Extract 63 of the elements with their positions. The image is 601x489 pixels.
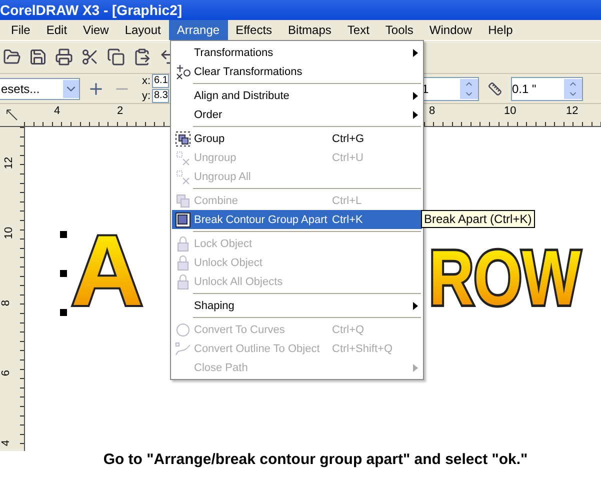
spinner-arrows-icon[interactable]: [564, 78, 582, 98]
lock-icon: [175, 254, 191, 270]
curves-icon: [175, 322, 191, 338]
artistic-text: ROW: [429, 234, 580, 317]
menu-title[interactable]: Text: [339, 20, 378, 40]
menu-title[interactable]: Edit: [38, 20, 76, 40]
ruler-number: 4: [0, 440, 12, 446]
ruler-number: 8: [0, 300, 12, 306]
menu-title[interactable]: Help: [480, 20, 521, 40]
submenu-arrow-icon: [412, 302, 418, 310]
menu-item[interactable]: Group Ctrl+G: [172, 129, 422, 148]
menu-item[interactable]: Align and Distribute: [172, 86, 422, 105]
menu-title[interactable]: Bitmaps: [280, 20, 340, 40]
menu-title[interactable]: View: [75, 20, 117, 40]
menu-title[interactable]: File: [3, 20, 38, 40]
menu-title[interactable]: Tools: [377, 20, 422, 40]
menu-title[interactable]: Window: [421, 20, 480, 40]
submenu-arrow-icon: [412, 110, 418, 118]
caption: Go to "Arrange/break contour group apart" and select "ok.": [103, 451, 528, 468]
nudge-field[interactable]: 0.1 ": [511, 76, 583, 100]
ruler-number: 12: [3, 156, 16, 170]
submenu-arrow-icon: [412, 48, 418, 56]
ruler-number: 8: [429, 105, 436, 117]
artistic-text: A: [71, 227, 144, 317]
menu-title[interactable]: Layout: [116, 20, 169, 40]
y-label: y:: [142, 90, 151, 102]
menu-item[interactable]: Clear Transformations: [172, 62, 422, 81]
save-icon[interactable]: [28, 47, 48, 67]
tooltip: Break Apart (Ctrl+K): [421, 210, 535, 228]
ruler-number: 4: [54, 105, 60, 117]
ruler-number: 10: [504, 105, 516, 117]
menu-item[interactable]: Shaping: [172, 296, 422, 315]
clear-transform-icon: [175, 64, 191, 80]
selection-handle[interactable]: [60, 270, 67, 277]
ruler-number: 6: [0, 370, 12, 376]
break-apart-icon: [175, 212, 191, 228]
ungroup-icon: [175, 150, 191, 166]
ruler-number: 10: [3, 226, 16, 240]
x-field[interactable]: 6.1: [152, 74, 169, 88]
selection-handle[interactable]: [60, 231, 67, 238]
menu-item[interactable]: Transformations: [172, 43, 422, 62]
menu-title[interactable]: Effects: [228, 20, 280, 40]
lock-icon: [175, 236, 191, 252]
copy-icon[interactable]: [106, 47, 126, 67]
spinner-arrows-icon[interactable]: [460, 78, 478, 98]
menu-title[interactable]: Arrange: [168, 20, 228, 40]
y-field[interactable]: 8.3: [152, 89, 169, 103]
submenu-arrow-icon: [412, 364, 418, 372]
submenu-arrow-icon: [412, 92, 418, 100]
ruler-number: 2: [117, 105, 124, 117]
lock-icon: [175, 274, 191, 290]
combine-icon: [175, 192, 191, 208]
presets-dropdown[interactable]: esets...: [0, 78, 80, 100]
window-title: CorelDRAW X3 - [Graphic2]: [0, 2, 182, 18]
ruler-number: 12: [566, 105, 578, 117]
x-label: x:: [142, 75, 151, 87]
menu-item[interactable]: Break Contour Group Apart Ctrl+K: [172, 210, 422, 229]
outline-object-icon: [175, 340, 191, 356]
selection-handle[interactable]: [60, 309, 67, 316]
printer-icon[interactable]: [54, 47, 74, 67]
group-icon: [175, 130, 191, 146]
ungroup-icon: [175, 168, 191, 184]
menu-item[interactable]: Order: [172, 105, 422, 124]
